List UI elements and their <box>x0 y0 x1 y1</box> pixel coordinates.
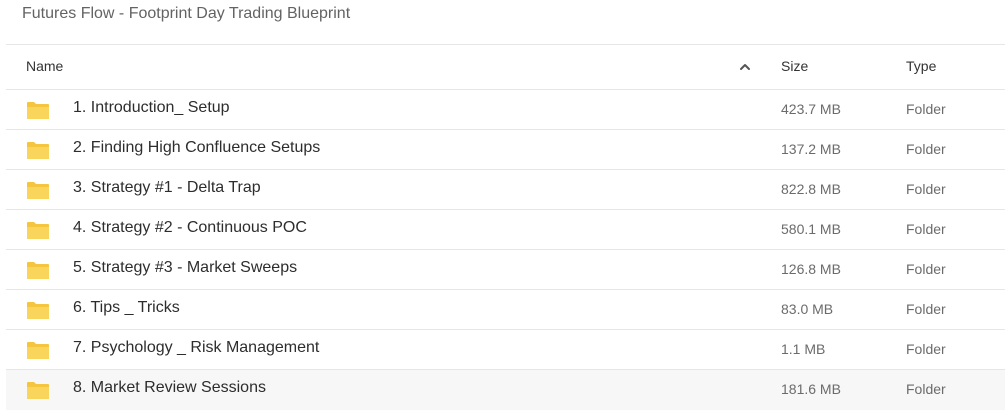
table-row[interactable]: 6. Tips _ Tricks 83.0 MB Folder <box>6 290 1005 330</box>
row-name[interactable]: 8. Market Review Sessions <box>73 379 266 397</box>
row-size: 83.0 MB <box>781 301 834 317</box>
folder-icon <box>27 182 49 199</box>
row-type: Folder <box>906 221 946 237</box>
row-name[interactable]: 2. Finding High Confluence Setups <box>73 139 320 157</box>
row-name[interactable]: 3. Strategy #1 - Delta Trap <box>73 179 261 197</box>
folder-icon <box>27 102 49 119</box>
folder-icon <box>27 222 49 239</box>
row-type: Folder <box>906 341 946 357</box>
row-size: 423.7 MB <box>781 101 841 117</box>
table-row[interactable]: 7. Psychology _ Risk Management 1.1 MB F… <box>6 330 1005 370</box>
row-size: 1.1 MB <box>781 341 826 357</box>
table-row[interactable]: 2. Finding High Confluence Setups 137.2 … <box>6 130 1005 170</box>
row-name[interactable]: 4. Strategy #2 - Continuous POC <box>73 219 307 237</box>
row-size: 822.8 MB <box>781 181 841 197</box>
folder-icon <box>27 302 49 319</box>
row-size: 137.2 MB <box>781 141 841 157</box>
folder-icon <box>27 142 49 159</box>
column-header-size[interactable]: Size <box>781 58 808 74</box>
folder-icon <box>27 342 49 359</box>
row-name[interactable]: 6. Tips _ Tricks <box>73 299 180 317</box>
row-size: 126.8 MB <box>781 261 841 277</box>
row-type: Folder <box>906 101 946 117</box>
breadcrumb: Futures Flow - Footprint Day Trading Blu… <box>22 5 351 22</box>
table-row[interactable]: 3. Strategy #1 - Delta Trap 822.8 MB Fol… <box>6 170 1005 210</box>
row-type: Folder <box>906 261 946 277</box>
table-header: Name Size Type <box>6 44 1005 90</box>
row-size: 580.1 MB <box>781 221 841 237</box>
table-row[interactable]: 1. Introduction_ Setup 423.7 MB Folder <box>6 90 1005 130</box>
column-header-type[interactable]: Type <box>906 58 936 74</box>
table-row[interactable]: 4. Strategy #2 - Continuous POC 580.1 MB… <box>6 210 1005 250</box>
row-type: Folder <box>906 141 946 157</box>
row-type: Folder <box>906 181 946 197</box>
row-name[interactable]: 1. Introduction_ Setup <box>73 99 230 117</box>
chevron-up-icon[interactable] <box>738 60 752 74</box>
table-row[interactable]: 8. Market Review Sessions 181.6 MB Folde… <box>6 370 1005 410</box>
table-row[interactable]: 5. Strategy #3 - Market Sweeps 126.8 MB … <box>6 250 1005 290</box>
row-name[interactable]: 7. Psychology _ Risk Management <box>73 339 319 357</box>
column-header-name[interactable]: Name <box>26 58 63 74</box>
row-size: 181.6 MB <box>781 381 841 397</box>
row-type: Folder <box>906 381 946 397</box>
folder-icon <box>27 262 49 279</box>
row-type: Folder <box>906 301 946 317</box>
row-name[interactable]: 5. Strategy #3 - Market Sweeps <box>73 259 297 277</box>
file-table: Name Size Type 1. Introduction_ Setup 42… <box>6 44 1005 410</box>
folder-icon <box>27 382 49 399</box>
